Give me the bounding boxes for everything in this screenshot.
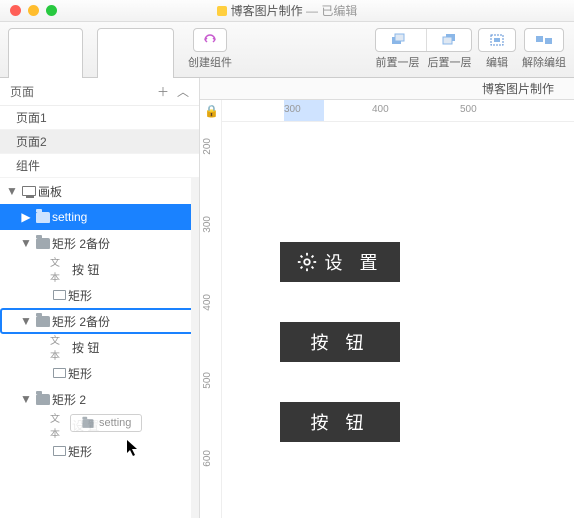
vruler-tick: 500 <box>202 372 213 389</box>
canvas-title: 博客图片制作 <box>482 80 554 97</box>
ungroup-label: 解除编组 <box>522 54 566 70</box>
vruler-tick: 200 <box>202 138 213 155</box>
forward-label: 前置一层 <box>376 54 420 70</box>
layer-row[interactable]: ▼矩形 2备份 <box>0 308 199 334</box>
edit-group-button[interactable] <box>478 28 516 52</box>
layer-row[interactable]: 文本按 钮 <box>0 256 199 282</box>
layers-panel[interactable]: ▼画板▶setting▼矩形 2备份文本按 钮矩形▼矩形 2备份文本按 钮矩形▼… <box>0 178 199 518</box>
toolbar: ＋﹀ 置入 ﹀ 素材 创建组件 前置一层 后置一层 编辑 <box>0 22 574 78</box>
layer-row[interactable]: 矩形 <box>0 282 199 308</box>
hruler-tick: 500 <box>460 104 477 115</box>
hruler-tick: 400 <box>372 104 389 115</box>
bring-forward-button[interactable] <box>376 29 420 51</box>
pages-header: 页面 <box>10 83 34 100</box>
hruler-tick: 300 <box>284 104 301 115</box>
create-component-button[interactable] <box>193 28 227 52</box>
backward-label: 后置一层 <box>428 54 472 70</box>
layer-row[interactable]: ▼矩形 2 <box>0 386 199 412</box>
vruler-tick: 300 <box>202 216 213 233</box>
canvas-card[interactable]: 按 钮 <box>280 402 400 442</box>
sidebar-scrollbar[interactable] <box>191 178 199 518</box>
send-backward-button[interactable] <box>426 29 471 51</box>
layer-row[interactable]: 矩形 <box>0 438 199 464</box>
canvas[interactable]: 设 置按 钮按 钮 <box>222 122 574 518</box>
layer-row[interactable]: ▼矩形 2备份 <box>0 230 199 256</box>
cursor-icon <box>126 439 140 457</box>
layer-row[interactable]: 文本按 钮 <box>0 334 199 360</box>
add-page-icon[interactable]: ＋ <box>157 83 169 100</box>
window-title: 博客图片制作 — 已编辑 <box>0 2 574 19</box>
canvas-card[interactable]: 设 置 <box>280 242 400 282</box>
vruler-tick: 600 <box>202 450 213 467</box>
ungroup-button[interactable] <box>524 28 564 52</box>
app-icon <box>217 6 227 16</box>
layer-row[interactable]: ▼画板 <box>0 178 199 204</box>
horizontal-ruler[interactable]: 300 400 500 <box>222 100 574 122</box>
vruler-tick: 400 <box>202 294 213 311</box>
create-component-label: 创建组件 <box>188 54 232 70</box>
canvas-card[interactable]: 按 钮 <box>280 322 400 362</box>
vertical-ruler[interactable]: 🔒 200 300 400 500 600 <box>200 100 222 518</box>
page-row[interactable]: 组件 <box>0 154 199 178</box>
layer-row[interactable]: ▶setting <box>0 204 199 230</box>
edit-label: 编辑 <box>486 54 508 70</box>
page-row[interactable]: 页面2 <box>0 130 199 154</box>
page-row[interactable]: 页面1 <box>0 106 199 130</box>
drag-ghost: setting <box>70 414 142 432</box>
sidebar: 页面 ＋ ︿ 页面1页面2组件 ▼画板▶setting▼矩形 2备份文本按 钮矩… <box>0 78 200 518</box>
collapse-pages-icon[interactable]: ︿ <box>177 83 189 100</box>
layer-row[interactable]: 矩形 <box>0 360 199 386</box>
lock-icon[interactable]: 🔒 <box>204 104 219 118</box>
